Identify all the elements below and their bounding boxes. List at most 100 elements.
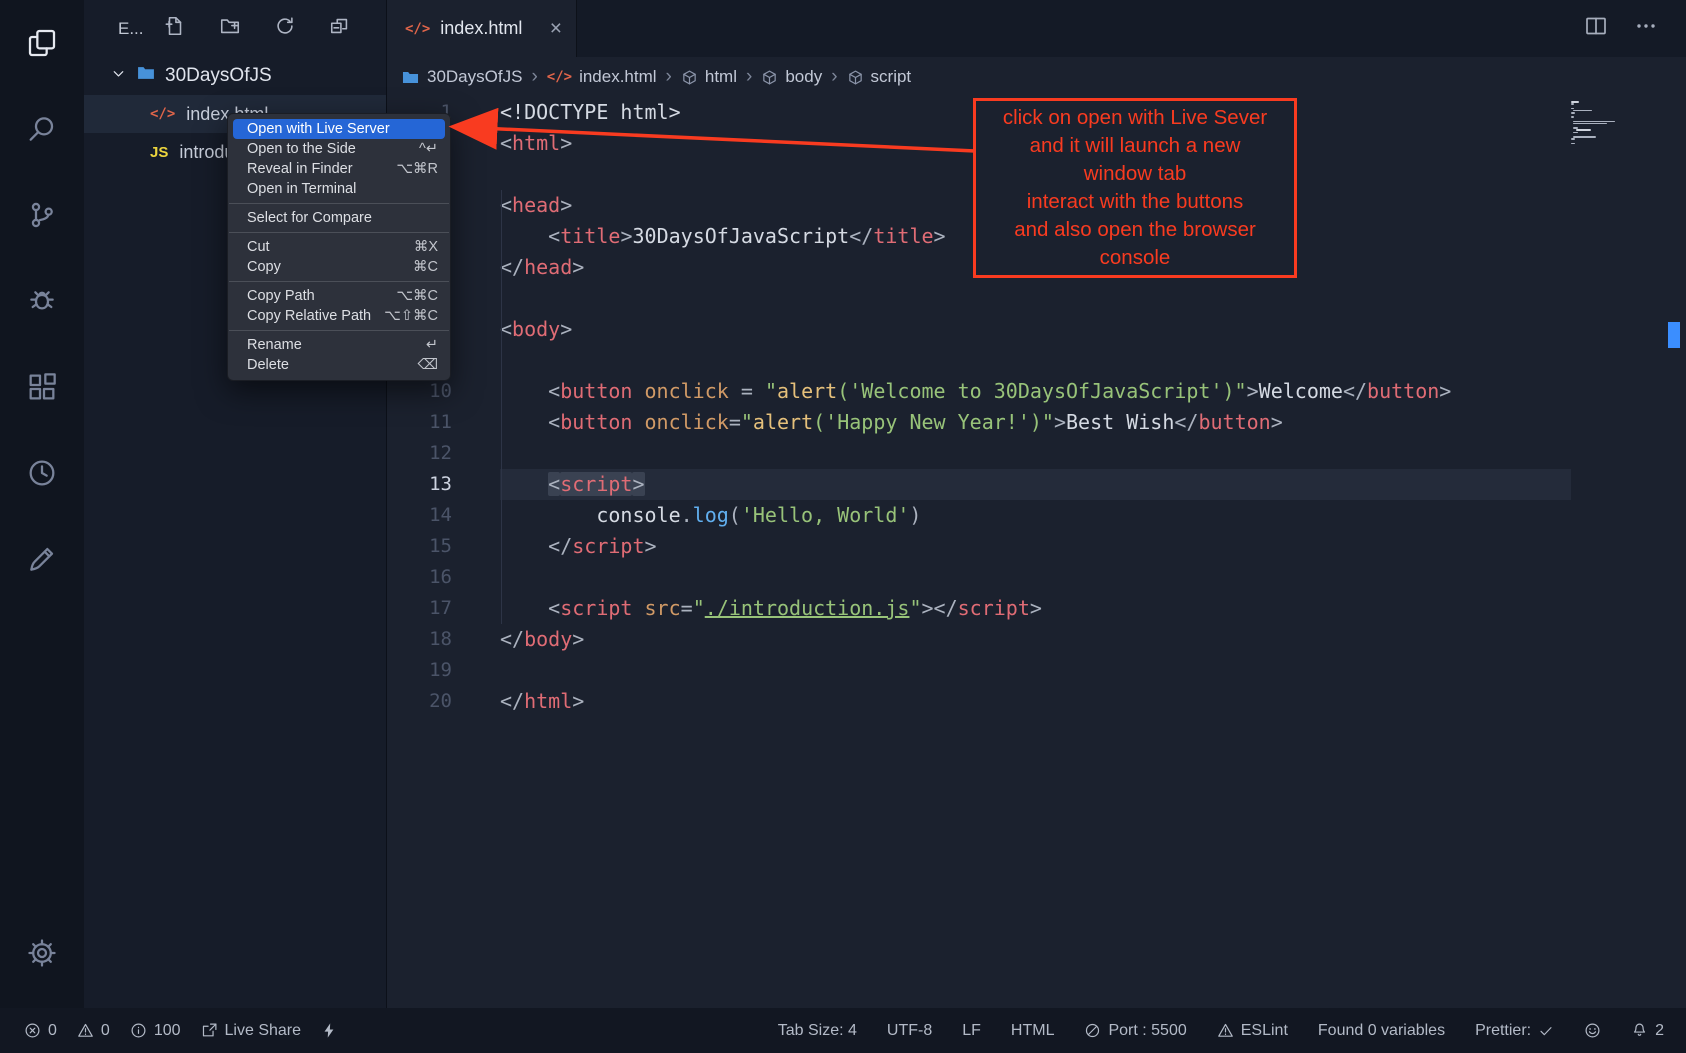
activity-settings[interactable] bbox=[0, 910, 84, 996]
split-editor-button[interactable] bbox=[1584, 14, 1608, 43]
menu-item[interactable]: Open with Live Server bbox=[233, 119, 445, 139]
new-file-button[interactable] bbox=[164, 15, 186, 42]
collapse-all-icon bbox=[329, 15, 351, 37]
code-line[interactable]: 10 <button onclick = "alert('Welcome to … bbox=[387, 376, 1686, 407]
status-errors[interactable]: 0 bbox=[24, 1022, 57, 1040]
annotation-line: click on open with Live Sever bbox=[976, 104, 1294, 132]
menu-item[interactable]: Copy⌘C bbox=[228, 257, 450, 277]
new-folder-button[interactable] bbox=[219, 15, 241, 42]
menu-item[interactable]: Cut⌘X bbox=[228, 237, 450, 257]
menu-item[interactable]: Select for Compare bbox=[228, 208, 450, 228]
minimap[interactable] bbox=[1571, 101, 1662, 145]
folder-30daysofjs[interactable]: 30DaysOfJS bbox=[84, 57, 386, 95]
annotation-line: and also open the browser bbox=[976, 216, 1294, 244]
status-tab-size[interactable]: Tab Size: 4 bbox=[778, 1022, 857, 1040]
code-line[interactable]: 8<body> bbox=[387, 314, 1686, 345]
code-line[interactable]: 15 </script> bbox=[387, 531, 1686, 562]
status-found-variables[interactable]: Found 0 variables bbox=[1318, 1022, 1445, 1040]
info-icon bbox=[130, 1022, 147, 1039]
code-line[interactable]: 13 <script> bbox=[387, 469, 1686, 500]
tab-index-html[interactable]: </> index.html × bbox=[387, 0, 577, 57]
warning-icon bbox=[1217, 1022, 1234, 1039]
breadcrumb-separator: › bbox=[666, 66, 672, 88]
activity-explorer[interactable] bbox=[0, 0, 84, 86]
status-bar: 0 0 100 Live Share Tab Size: 4 UTF-8 LF HTML Po… bbox=[0, 1008, 1686, 1053]
activity-pen[interactable] bbox=[0, 516, 84, 602]
annotation-line: and it will launch a new bbox=[976, 132, 1294, 160]
extensions-icon bbox=[26, 371, 58, 403]
cube-icon bbox=[847, 69, 864, 86]
folder-icon bbox=[401, 68, 420, 87]
code-line[interactable]: 17 <script src="./introduction.js"></scr… bbox=[387, 593, 1686, 624]
code-line[interactable]: 19 bbox=[387, 655, 1686, 686]
code-line[interactable]: 9 bbox=[387, 345, 1686, 376]
menu-item[interactable]: Reveal in Finder⌥⌘R bbox=[228, 159, 450, 179]
code-line[interactable]: 7 bbox=[387, 283, 1686, 314]
clock-icon bbox=[26, 457, 58, 489]
slash-icon bbox=[1084, 1022, 1101, 1039]
menu-separator bbox=[229, 330, 449, 331]
js-file-icon: JS bbox=[150, 144, 168, 161]
menu-item[interactable]: Copy Relative Path⌥⇧⌘C bbox=[228, 306, 450, 326]
collapse-all-button[interactable] bbox=[329, 15, 351, 42]
breadcrumb-item[interactable]: html bbox=[681, 67, 737, 87]
breadcrumb-item[interactable]: body bbox=[761, 67, 822, 87]
menu-item[interactable]: Delete⌫ bbox=[228, 355, 450, 375]
status-eslint[interactable]: ESLint bbox=[1217, 1022, 1288, 1040]
breadcrumb-separator: › bbox=[531, 66, 537, 88]
code-line[interactable]: 20</html> bbox=[387, 686, 1686, 717]
breadcrumb-item[interactable]: script bbox=[847, 67, 912, 87]
menu-item[interactable]: Rename↵ bbox=[228, 335, 450, 355]
status-live-share[interactable]: Live Share bbox=[201, 1022, 302, 1040]
breadcrumb-item[interactable]: </>index.html bbox=[547, 67, 657, 87]
status-prettier[interactable]: Prettier: bbox=[1475, 1022, 1554, 1040]
chevron-down-icon bbox=[110, 65, 127, 82]
smiley-icon bbox=[1584, 1022, 1601, 1039]
split-editor-icon bbox=[1584, 14, 1608, 38]
menu-item[interactable]: Copy Path⌥⌘C bbox=[228, 286, 450, 306]
status-warnings[interactable]: 0 bbox=[77, 1022, 110, 1040]
status-right: Tab Size: 4 UTF-8 LF HTML Port : 5500 ESLint F… bbox=[778, 1022, 1686, 1040]
context-menu: Open with Live ServerOpen to the Side^↵R… bbox=[227, 113, 451, 381]
status-feedback[interactable] bbox=[1584, 1022, 1601, 1039]
status-quick-action[interactable] bbox=[321, 1022, 338, 1039]
close-icon[interactable]: × bbox=[550, 18, 562, 39]
indent-guide bbox=[501, 190, 502, 624]
status-encoding[interactable]: UTF-8 bbox=[887, 1022, 932, 1040]
breadcrumb-item[interactable]: 30DaysOfJS bbox=[401, 67, 522, 87]
minimap-line bbox=[1571, 143, 1662, 145]
line-number: 15 bbox=[387, 531, 500, 562]
cube-icon bbox=[761, 69, 778, 86]
code-line[interactable]: 11 <button onclick="alert('Happy New Yea… bbox=[387, 407, 1686, 438]
overview-ruler-marker bbox=[1668, 322, 1680, 348]
status-info[interactable]: 100 bbox=[130, 1022, 181, 1040]
activity-source-control[interactable] bbox=[0, 172, 84, 258]
annotation-box: click on open with Live Severand it will… bbox=[973, 98, 1297, 278]
activity-search[interactable] bbox=[0, 86, 84, 172]
status-port[interactable]: Port : 5500 bbox=[1084, 1022, 1186, 1040]
menu-separator bbox=[229, 203, 449, 204]
menu-item[interactable]: Open in Terminal bbox=[228, 179, 450, 199]
status-notifications[interactable]: 2 bbox=[1631, 1022, 1664, 1040]
share-icon bbox=[201, 1022, 218, 1039]
status-language-mode[interactable]: HTML bbox=[1011, 1022, 1055, 1040]
annotation-line: interact with the buttons bbox=[976, 188, 1294, 216]
activity-extensions[interactable] bbox=[0, 344, 84, 430]
line-number: 19 bbox=[387, 655, 500, 686]
menu-item[interactable]: Open to the Side^↵ bbox=[228, 139, 450, 159]
breadcrumb-separator: › bbox=[746, 66, 752, 88]
code-line[interactable]: 12 bbox=[387, 438, 1686, 469]
status-eol[interactable]: LF bbox=[962, 1022, 981, 1040]
activity-clock[interactable] bbox=[0, 430, 84, 516]
activity-run-debug[interactable] bbox=[0, 258, 84, 344]
refresh-button[interactable] bbox=[274, 15, 296, 42]
explorer-actions bbox=[164, 15, 351, 42]
explorer-title: E... bbox=[118, 19, 144, 39]
code-line[interactable]: 18</body> bbox=[387, 624, 1686, 655]
breadcrumb: 30DaysOfJS›</>index.html›html›body›scrip… bbox=[387, 57, 1686, 97]
more-button[interactable] bbox=[1634, 14, 1658, 43]
code-line[interactable]: 16 bbox=[387, 562, 1686, 593]
search-icon bbox=[26, 113, 58, 145]
code-line[interactable]: 14 console.log('Hello, World') bbox=[387, 500, 1686, 531]
source-control-icon bbox=[26, 199, 58, 231]
